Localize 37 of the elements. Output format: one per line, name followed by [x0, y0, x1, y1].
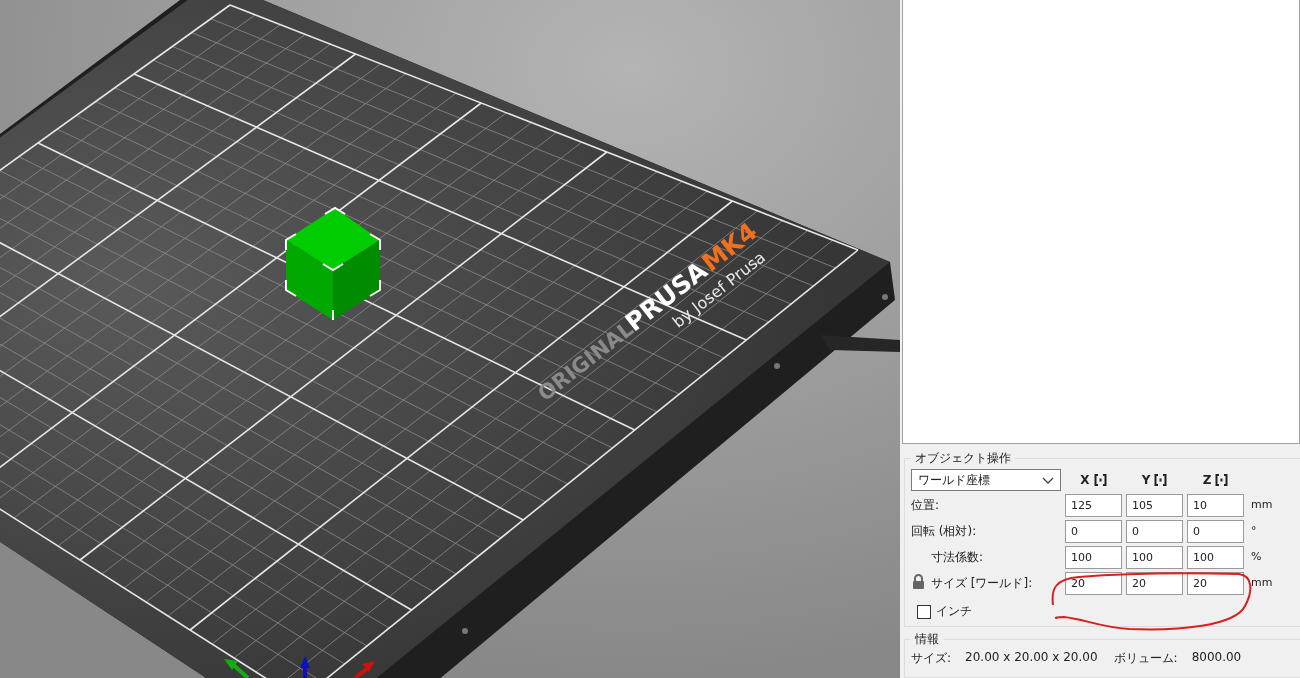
checkbox-label: インチ — [936, 603, 972, 620]
unit-label: % — [1250, 549, 1263, 563]
unit-label: mm — [1250, 497, 1274, 511]
value-field[interactable]: 0 — [1065, 520, 1122, 543]
unit-label: mm — [1250, 575, 1274, 589]
unit-label: ° — [1250, 523, 1258, 537]
axis-drop-icon[interactable] — [1154, 474, 1168, 486]
group-title: 情報 — [914, 631, 940, 648]
row-label: 回転 (相対): — [911, 524, 977, 538]
coordinate-dropdown[interactable]: ワールド座標 — [911, 469, 1061, 491]
value-field[interactable]: 0 — [1126, 520, 1183, 543]
volume-value: 8000.00 — [1191, 650, 1242, 666]
lock-icon[interactable] — [912, 574, 925, 589]
value-field[interactable]: 20 — [1065, 572, 1122, 595]
row-label: 位置: — [911, 498, 940, 512]
value-field[interactable]: 0 — [1187, 520, 1244, 543]
axis-drop-icon[interactable] — [1215, 474, 1229, 486]
volume-label: ボリューム: — [1113, 650, 1178, 667]
size-value: 20.00 x 20.00 x 20.00 — [965, 650, 1098, 666]
group-title: オブジェクト操作 — [914, 450, 1012, 467]
value-field[interactable]: 100 — [1126, 546, 1183, 569]
row-label: 寸法係数: — [931, 550, 984, 564]
axis-label: Y — [1141, 473, 1151, 487]
value-field[interactable]: 100 — [1065, 546, 1122, 569]
size-label: サイズ: — [911, 650, 952, 667]
row-label: サイズ [ワールド]: — [931, 576, 1033, 590]
axis-drop-icon[interactable] — [1093, 474, 1107, 486]
axis-label: Z — [1202, 473, 1212, 487]
value-field[interactable]: 105 — [1126, 494, 1183, 517]
value-field[interactable]: 125 — [1065, 494, 1122, 517]
value-field[interactable]: 20 — [1187, 572, 1244, 595]
value-field[interactable]: 100 — [1187, 546, 1244, 569]
value-field[interactable]: 20 — [1126, 572, 1183, 595]
inches-checkbox[interactable] — [917, 604, 931, 619]
value-field[interactable]: 10 — [1187, 494, 1244, 517]
chevron-icon — [1042, 476, 1054, 484]
axis-label: X — [1080, 473, 1090, 487]
